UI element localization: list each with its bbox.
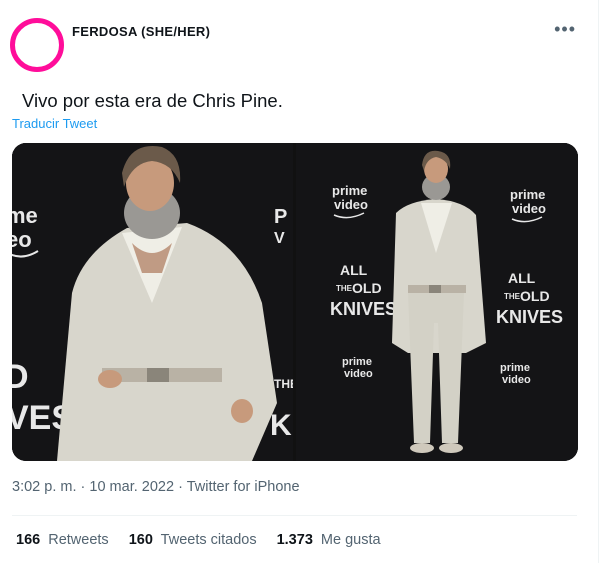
backdrop-text: KNIVES [496, 307, 563, 327]
backdrop-text: D [12, 358, 29, 396]
author-name[interactable]: FERDOSA (SHE/HER) [72, 24, 210, 39]
backdrop-text: OLD [520, 288, 550, 304]
backdrop-text: THE [336, 284, 353, 293]
tweet-text: Vivo por esta era de Chris Pine. [22, 90, 283, 111]
backdrop-text: me [12, 203, 38, 228]
backdrop-text: prime [342, 356, 372, 368]
backdrop-text: P [274, 206, 287, 228]
divider [12, 515, 577, 516]
more-options-icon[interactable]: ••• [554, 20, 576, 38]
photo-right-image: prime video ALL THE OLD KNIVES prime vid… [296, 143, 578, 461]
tweet-stats: 166 Retweets 160 Tweets citados 1.373 Me… [16, 532, 381, 548]
meta-separator: · [178, 479, 183, 495]
backdrop-text: THE [504, 292, 521, 301]
backdrop-text: video [334, 197, 368, 212]
retweets-label: Retweets [48, 532, 109, 548]
tweet-date[interactable]: 10 mar. 2022 [89, 479, 174, 495]
tweet-source[interactable]: Twitter for iPhone [187, 479, 300, 495]
likes-count: 1.373 [276, 532, 313, 548]
tweet-meta: 3:02 p. m. · 10 mar. 2022 · Twitter for … [12, 479, 300, 495]
backdrop-text: THE [274, 377, 293, 391]
backdrop-text: OLD [352, 280, 382, 296]
quotes-label: Tweets citados [160, 532, 257, 548]
backdrop-text: video [344, 368, 373, 380]
photo-left[interactable]: me eo D VES P V THE S KN [12, 143, 293, 461]
likes-label: Me gusta [320, 532, 381, 548]
backdrop-text: video [512, 201, 546, 216]
backdrop-text: KNIVES [330, 299, 397, 319]
photo-right[interactable]: prime video ALL THE OLD KNIVES prime vid… [296, 143, 578, 461]
translate-tweet-link[interactable]: Traducir Tweet [12, 116, 97, 131]
backdrop-text: KN [270, 409, 293, 442]
tweet-time[interactable]: 3:02 p. m. [12, 479, 76, 495]
tweet-card: FERDOSA (SHE/HER) ••• Vivo por esta era … [0, 0, 599, 563]
backdrop-text: prime [500, 362, 530, 374]
backdrop-text: prime [510, 187, 545, 202]
avatar[interactable] [10, 18, 64, 72]
quotes-count: 160 [128, 532, 153, 548]
backdrop-text: prime [332, 183, 367, 198]
quotes-stat[interactable]: 160 Tweets citados [129, 532, 257, 548]
photo-left-image: me eo D VES P V THE S KN [12, 143, 293, 461]
meta-separator: · [80, 479, 86, 495]
backdrop-text: video [502, 374, 531, 386]
backdrop-text: ALL [340, 262, 368, 278]
retweets-stat[interactable]: 166 Retweets [16, 532, 109, 548]
backdrop-text: eo [12, 227, 32, 252]
backdrop-text: ALL [508, 270, 536, 286]
likes-stat[interactable]: 1.373 Me gusta [277, 532, 381, 548]
backdrop-text: V [274, 230, 285, 247]
retweets-count: 166 [16, 532, 41, 548]
tweet-media: me eo D VES P V THE S KN [12, 143, 578, 461]
